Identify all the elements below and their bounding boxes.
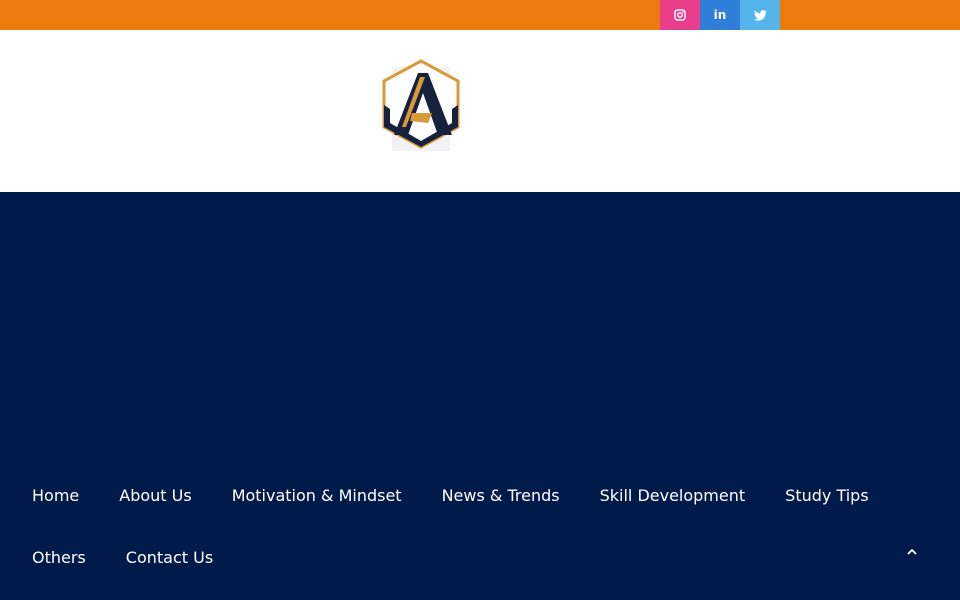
logo-hexagon-a-icon <box>382 59 460 151</box>
twitter-link[interactable] <box>740 0 780 30</box>
main-nav-area: Home About Us Motivation & Mindset News … <box>0 192 960 600</box>
instagram-icon <box>674 9 686 21</box>
linkedin-icon: in <box>713 8 727 22</box>
nav-item-others[interactable]: Others <box>12 538 106 600</box>
twitter-icon <box>753 9 767 21</box>
primary-navigation: Home About Us Motivation & Mindset News … <box>12 476 912 600</box>
nav-item-about-us[interactable]: About Us <box>99 476 211 538</box>
site-header <box>0 30 960 192</box>
site-logo[interactable] <box>368 55 474 161</box>
top-bar: in <box>0 0 960 30</box>
back-to-top-button[interactable] <box>898 538 926 566</box>
social-links: in <box>660 0 780 30</box>
nav-item-contact-us[interactable]: Contact Us <box>106 538 233 600</box>
instagram-link[interactable] <box>660 0 700 30</box>
nav-item-study-tips[interactable]: Study Tips <box>765 476 889 538</box>
nav-item-home[interactable]: Home <box>12 476 99 538</box>
linkedin-link[interactable]: in <box>700 0 740 30</box>
nav-item-motivation-mindset[interactable]: Motivation & Mindset <box>212 476 422 538</box>
nav-item-skill-development[interactable]: Skill Development <box>580 476 766 538</box>
chevron-up-icon <box>907 548 917 555</box>
nav-item-news-trends[interactable]: News & Trends <box>422 476 580 538</box>
